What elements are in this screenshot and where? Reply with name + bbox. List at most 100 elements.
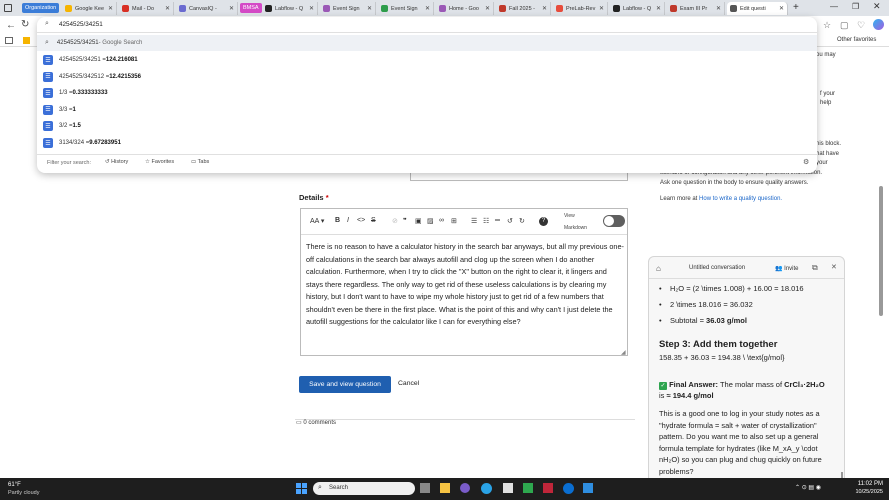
calculator-history-suggestion[interactable]: ☰ 4254525/34251 = 124.216081	[37, 52, 817, 68]
close-icon[interactable]: ✕	[831, 263, 837, 271]
favorites-bar-icon[interactable]	[5, 37, 13, 44]
redo-icon[interactable]: ↻	[519, 217, 525, 225]
browser-tab[interactable]: Labflow - Q ✕	[262, 2, 318, 15]
browser-tab[interactable]: Mail - Do ✕	[119, 2, 174, 15]
code-block-icon[interactable]: ▣	[415, 217, 422, 225]
image-icon[interactable]: ▨	[427, 217, 434, 225]
copilot-icon[interactable]	[873, 19, 884, 30]
close-tab-icon[interactable]: ✕	[654, 5, 661, 12]
weather-temp[interactable]: 61°F	[8, 482, 21, 488]
app-icon[interactable]	[583, 483, 593, 493]
browser-tab[interactable]: Edit questi ✕	[727, 2, 788, 15]
invite-button[interactable]: 👥 Invite	[775, 265, 799, 272]
close-tab-icon[interactable]: ✕	[597, 5, 604, 12]
page-scrollbar[interactable]	[879, 186, 883, 316]
file-explorer-icon[interactable]	[440, 483, 450, 493]
tab-group-organization[interactable]: Organization	[22, 3, 60, 13]
search-suggestion[interactable]: ⌕ 4254525/34251 - Google Search	[37, 35, 817, 51]
close-window-button[interactable]: ✕	[873, 1, 881, 12]
app-icon[interactable]	[523, 483, 533, 493]
learn-more-link[interactable]: How to write a quality question.	[699, 196, 782, 202]
tray-icons[interactable]: ⌃ ⊙ ▤ ◉	[795, 484, 821, 491]
video-icon[interactable]: ∞	[439, 217, 444, 224]
back-icon[interactable]: ←	[6, 20, 16, 31]
calculator-history-suggestion[interactable]: ☰ 4254525/342512 = 12.4215356	[37, 69, 817, 85]
search-icon: ⌕	[45, 20, 49, 27]
filter-favorites[interactable]: ☆ Favorites	[145, 159, 174, 165]
start-windows-icon[interactable]	[296, 483, 307, 494]
browser-tab[interactable]: Event Sign ✕	[320, 2, 376, 15]
quote-icon[interactable]: ❞	[403, 217, 407, 225]
close-tab-icon[interactable]: ✕	[483, 5, 490, 12]
tab-group-bmsa[interactable]: BMSA	[240, 3, 262, 13]
app-icon[interactable]	[460, 483, 470, 493]
close-tab-icon[interactable]: ✕	[777, 5, 784, 12]
font-size-icon[interactable]: AA ▾	[310, 217, 324, 225]
refresh-icon[interactable]: ↻	[21, 19, 29, 30]
view-label: View	[564, 213, 575, 219]
browser-tab[interactable]: Google Kee ✕	[62, 2, 117, 15]
help-icon[interactable]: ?	[539, 217, 548, 226]
home-icon[interactable]: ⌂	[656, 264, 661, 273]
code-icon[interactable]: <>	[357, 217, 365, 224]
browser-tab[interactable]: Labflow - Q ✕	[610, 2, 665, 15]
link-icon[interactable]: ⊘	[392, 217, 398, 225]
close-tab-icon[interactable]: ✕	[227, 5, 234, 12]
italic-icon[interactable]: I	[347, 217, 349, 224]
markdown-toggle[interactable]	[603, 215, 625, 227]
comments-link[interactable]: ▭ 0 comments	[296, 419, 336, 426]
task-view-icon[interactable]	[420, 483, 430, 493]
details-body-text[interactable]: There is no reason to have a calculator …	[306, 241, 624, 329]
other-favorites[interactable]: Other favorites	[837, 37, 876, 43]
calculator-history-suggestion[interactable]: ☰ 1/3 = 0.333333333	[37, 85, 817, 101]
close-tab-icon[interactable]: ✕	[423, 5, 430, 12]
numbered-list-icon[interactable]: ☰	[471, 217, 477, 225]
right-snippet: ou may	[816, 52, 836, 58]
hp-icon[interactable]	[563, 483, 574, 494]
save-button[interactable]: Save and view question	[299, 376, 391, 393]
calculator-history-suggestion[interactable]: ☰ 3/2 = 1.5	[37, 118, 817, 134]
favorites-star-icon[interactable]: ☆	[823, 20, 831, 31]
calculator-history-suggestion[interactable]: ☰ 3134/324 = 9.67283951	[37, 135, 817, 151]
edge-icon[interactable]	[481, 483, 492, 494]
close-tab-icon[interactable]: ✕	[163, 5, 170, 12]
close-tab-icon[interactable]: ✕	[714, 5, 721, 12]
close-tab-icon[interactable]: ✕	[106, 5, 113, 12]
browser-tab[interactable]: Fall 2025 - ✕	[496, 2, 551, 15]
new-tab-button[interactable]: +	[793, 2, 799, 13]
settings-gear-icon[interactable]: ⚙	[803, 158, 809, 166]
collections-icon[interactable]: ♡	[857, 20, 865, 31]
store-icon[interactable]	[503, 483, 513, 493]
calculator-history-suggestion[interactable]: ☰ 3/3 = 1	[37, 102, 817, 118]
step3-equation: 158.35 + 36.03 = 194.38 \ \text{g/mol}	[659, 353, 785, 362]
clock-time[interactable]: 11:02 PM	[853, 481, 883, 487]
undo-icon[interactable]: ↺	[507, 217, 513, 225]
browser-tab[interactable]: Event Sign ✕	[378, 2, 434, 15]
bold-icon[interactable]: B	[335, 217, 340, 224]
address-bar[interactable]: ⌕ 4254525/34251	[37, 17, 817, 33]
browser-tab[interactable]: Exam III Pr ✕	[667, 2, 725, 15]
minimize-button[interactable]: —	[830, 2, 838, 11]
table-icon[interactable]: ⊞	[451, 217, 457, 225]
browser-tab[interactable]: Home - Goo ✕	[436, 2, 494, 15]
resize-handle[interactable]: ◢	[621, 349, 626, 356]
browser-tab[interactable]: PreLab-Rev ✕	[553, 2, 608, 15]
cancel-button[interactable]: Cancel	[398, 380, 419, 387]
tab-actions-icon[interactable]	[4, 4, 12, 12]
address-input[interactable]: 4254525/34251	[59, 21, 103, 28]
browser-tab[interactable]: CanvasIQ - ✕	[176, 2, 238, 15]
filter-tabs[interactable]: ▭ Tabs	[191, 159, 209, 165]
close-tab-icon[interactable]: ✕	[307, 5, 314, 12]
open-external-icon[interactable]: ⧉	[812, 263, 818, 273]
maximize-button[interactable]: ❐	[852, 2, 859, 11]
taskbar-search[interactable]: ⌕ Search	[313, 482, 415, 495]
horizontal-rule-icon[interactable]: ═	[495, 217, 500, 224]
favorite-folder-icon[interactable]	[23, 37, 30, 44]
strikethrough-icon[interactable]: S	[371, 217, 376, 224]
bulleted-list-icon[interactable]: ☷	[483, 217, 489, 225]
split-screen-icon[interactable]: ▢	[840, 20, 849, 31]
close-tab-icon[interactable]: ✕	[540, 5, 547, 12]
close-tab-icon[interactable]: ✕	[365, 5, 372, 12]
filter-history[interactable]: ↺ History	[105, 159, 128, 165]
app-icon[interactable]	[543, 483, 553, 493]
